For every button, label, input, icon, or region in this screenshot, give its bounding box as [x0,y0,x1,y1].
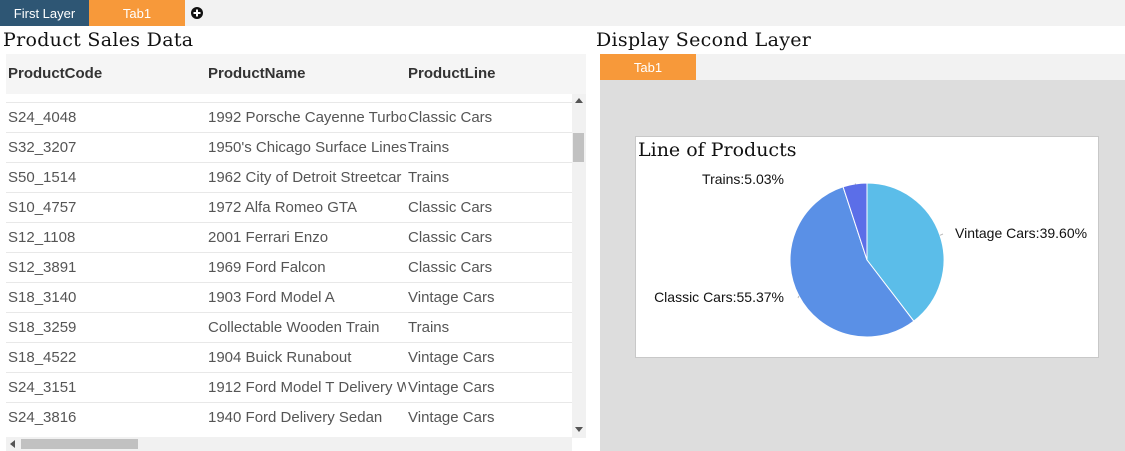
table-cell: S12_3891 [8,259,77,276]
table-cell: S32_3207 [8,139,77,156]
table-cell: 1903 Ford Model A [208,289,335,306]
table-header: ProductCode ProductName ProductLine [6,54,586,94]
table-row[interactable]: S12_3891 1969 Ford Falcon Classic Cars [6,253,572,283]
column-header-product-code[interactable]: ProductCode [6,54,206,94]
table-row[interactable]: S10_4757 1972 Alfa Romeo GTA Classic Cars [6,193,572,223]
vertical-scrollbar[interactable] [572,94,586,438]
table-cell: S50_1514 [8,169,77,186]
table-row[interactable]: S24_3816 1940 Ford Delivery Sedan Vintage … [6,403,572,432]
second-layer-content: Line of Products Vintage Cars:39.60% Clas… [600,80,1125,451]
table-cell: 1992 Porsche Cayenne Turbo Silver [208,109,406,126]
table-cell: 1912 Ford Model T Delivery Wagon [208,379,406,396]
pie-label-classic-cars: Classic Cars:55.37% [654,289,784,305]
table-row[interactable]: S24_3151 1912 Ford Model T Delivery Wagon… [6,373,572,403]
display-second-layer-title: Display Second Layer [596,29,812,51]
top-tab-bar: First Layer Tab1 [0,0,1125,26]
table-cell: S12_1108 [8,229,76,246]
table-cell: S24_3151 [8,379,77,396]
scroll-left-icon[interactable] [10,440,15,448]
table-cell: 1969 Ford Falcon [208,259,326,276]
table-cell: S18_4522 [8,349,77,366]
pie-label-vintage-cars: Vintage Cars:39.60% [955,225,1087,241]
column-header-product-name[interactable]: ProductName [206,54,406,94]
tab-tab1[interactable]: Tab1 [89,0,185,26]
second-layer-tab-bar: Tab1 [600,54,1125,80]
table-cell: S24_3816 [8,409,77,426]
horizontal-scrollbar[interactable] [6,437,572,451]
table-cell: Classic Cars [408,199,493,216]
pie-chart-card: Line of Products Vintage Cars:39.60% Clas… [635,136,1099,358]
scroll-up-icon[interactable] [575,98,583,103]
table-row[interactable]: S18_4522 1904 Buick Runabout Vintage Cars [6,343,572,373]
table-row-partial[interactable] [6,94,572,103]
table-cell: Classic Cars [408,109,493,126]
table-cell: Vintage Cars [408,349,495,366]
table-row[interactable]: S50_1514 1962 City of Detroit Streetcar Tr… [6,163,572,193]
table-cell: Vintage Cars [408,289,495,306]
table-row[interactable]: S18_3259 Collectable Wooden Train Trains [6,313,572,343]
table-cell: S24_4048 [8,109,77,126]
horizontal-scroll-thumb[interactable] [21,439,138,449]
table-cell: S10_4757 [8,199,77,216]
table-cell: Trains [408,139,450,156]
table-row[interactable]: S32_3207 1950's Chicago Surface Lines Str… [6,133,572,163]
product-sales-title: Product Sales Data [3,29,194,51]
add-tab-icon[interactable] [190,6,204,20]
table-cell: 2001 Ferrari Enzo [208,229,329,246]
vertical-scroll-thumb[interactable] [573,133,584,162]
table-cell: Classic Cars [408,259,493,276]
table-body: S24_4048 1992 Porsche Cayenne Turbo Silve… [6,94,572,432]
table-cell: 1940 Ford Delivery Sedan [208,409,383,426]
table-cell: Trains [408,169,450,186]
table-cell: 1972 Alfa Romeo GTA [208,199,357,216]
pie-label-trains: Trains:5.03% [702,171,784,187]
table-cell: 1950's Chicago Surface Lines Streetcar [208,139,406,156]
product-sales-table: ProductCode ProductName ProductLine S24_… [6,54,586,439]
table-cell [6,94,206,103]
table-row[interactable]: S24_4048 1992 Porsche Cayenne Turbo Silve… [6,103,572,133]
table-cell: Vintage Cars [408,409,495,426]
table-row[interactable]: S18_3140 1903 Ford Model A Vintage Cars [6,283,572,313]
tab-first-layer[interactable]: First Layer [0,0,89,26]
pie-leader-line [939,233,944,236]
table-cell: Classic Cars [408,229,493,246]
table-cell: 1904 Buick Runabout [208,349,352,366]
table-cell: Collectable Wooden Train [208,319,380,336]
table-cell: 1962 City of Detroit Streetcar [208,169,402,186]
second-layer-tab1[interactable]: Tab1 [600,54,696,80]
pie-leader-line [797,295,800,299]
table-cell: S18_3259 [8,319,77,336]
table-cell: S18_3140 [8,289,77,306]
table-row[interactable]: S12_1108 2001 Ferrari Enzo Classic Cars [6,223,572,253]
table-cell: Vintage Cars [408,379,495,396]
scroll-down-icon[interactable] [575,427,583,432]
column-header-product-line[interactable]: ProductLine [406,54,586,94]
pie-chart: Vintage Cars:39.60% Classic Cars:55.37% Tr… [654,171,1087,338]
table-cell: Trains [408,319,450,336]
